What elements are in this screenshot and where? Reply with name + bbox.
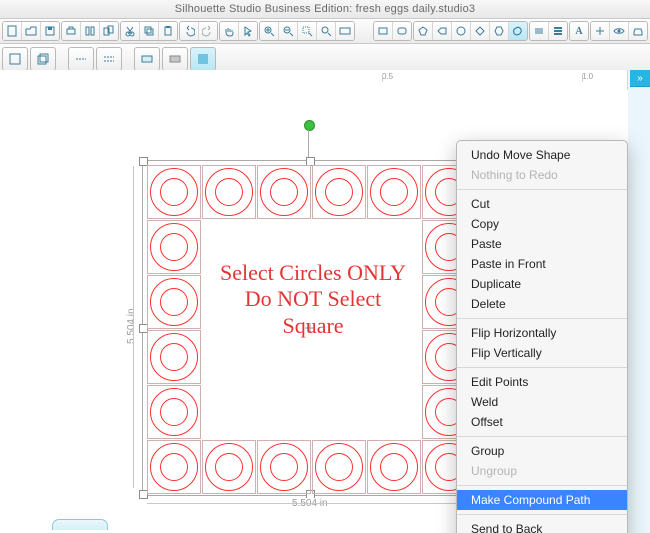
print-icon[interactable] xyxy=(62,22,81,40)
shape-circle[interactable] xyxy=(367,440,421,494)
menu-undo[interactable]: Undo Move Shape xyxy=(457,145,627,165)
arrow-icon[interactable] xyxy=(239,22,257,40)
multi-page-icon[interactable] xyxy=(100,22,118,40)
menu-group[interactable]: Group xyxy=(457,441,627,461)
rotate-handle[interactable] xyxy=(304,120,315,131)
menu-ungroup: Ungroup xyxy=(457,461,627,481)
copy-icon[interactable] xyxy=(140,22,159,40)
context-menu: Undo Move Shape Nothing to Redo Cut Copy… xyxy=(456,140,628,533)
zoom-sel-icon[interactable] xyxy=(298,22,317,40)
perf-icon[interactable] xyxy=(134,47,160,71)
toolbar-main: A xyxy=(0,19,650,44)
snap-icon[interactable] xyxy=(591,22,610,40)
shape-circle[interactable] xyxy=(202,165,256,219)
zoom-fit-icon[interactable] xyxy=(336,22,354,40)
menu-flip-v[interactable]: Flip Vertically xyxy=(457,343,627,363)
shade-icon[interactable] xyxy=(190,47,216,71)
rect-icon[interactable] xyxy=(374,22,393,40)
menu-weld[interactable]: Weld xyxy=(457,392,627,412)
menu-copy[interactable]: Copy xyxy=(457,214,627,234)
menu-cut[interactable]: Cut xyxy=(457,194,627,214)
diamond-icon[interactable] xyxy=(471,22,490,40)
shape-circle[interactable] xyxy=(367,165,421,219)
eye-icon[interactable] xyxy=(610,22,629,40)
menu-offset[interactable]: Offset xyxy=(457,412,627,432)
undo-icon[interactable] xyxy=(180,22,199,40)
dim-width-line xyxy=(147,503,467,505)
shape-circle[interactable] xyxy=(257,440,311,494)
file-new-icon[interactable] xyxy=(3,22,22,40)
round-rect-icon[interactable] xyxy=(393,22,411,40)
menu-flip-h[interactable]: Flip Horizontally xyxy=(457,323,627,343)
ruler-horizontal: 0.5 1.0 xyxy=(22,70,628,91)
shape-circle[interactable] xyxy=(147,385,201,439)
shape-circle[interactable] xyxy=(257,165,311,219)
cut-icon[interactable] xyxy=(121,22,140,40)
hand-icon[interactable] xyxy=(220,22,239,40)
menu-compound[interactable]: Make Compound Path xyxy=(457,490,627,510)
lines-icon[interactable] xyxy=(530,22,549,40)
menu-duplicate[interactable]: Duplicate xyxy=(457,274,627,294)
shape-circle[interactable] xyxy=(147,440,201,494)
shape-circle[interactable] xyxy=(202,440,256,494)
shape-circle[interactable] xyxy=(312,440,366,494)
shape-circle[interactable] xyxy=(147,220,201,274)
expand-panel-icon[interactable]: » xyxy=(630,70,650,87)
cutline2-icon[interactable] xyxy=(96,47,122,71)
shape-circle[interactable] xyxy=(147,330,201,384)
perf2-icon[interactable] xyxy=(162,47,188,71)
menu-paste-front[interactable]: Paste in Front xyxy=(457,254,627,274)
menu-edit-points[interactable]: Edit Points xyxy=(457,372,627,392)
window-title: Silhouette Studio Business Edition: fres… xyxy=(0,0,650,19)
ellipse-icon[interactable] xyxy=(452,22,471,40)
dim-height: 5.504 in xyxy=(126,304,137,348)
bars-icon[interactable] xyxy=(549,22,567,40)
menu-delete[interactable]: Delete xyxy=(457,294,627,314)
annotation-text: Select Circles ONLY Do NOT Select Square xyxy=(208,260,418,339)
redo-icon[interactable] xyxy=(199,22,217,40)
library-icon[interactable] xyxy=(81,22,100,40)
panel-strip: » xyxy=(627,70,650,533)
text-icon[interactable]: A xyxy=(570,22,588,40)
ruler-vertical xyxy=(0,90,23,533)
zoom-out-icon[interactable] xyxy=(279,22,298,40)
cutline-icon[interactable] xyxy=(68,47,94,71)
menu-paste[interactable]: Paste xyxy=(457,234,627,254)
page-tab[interactable] xyxy=(52,519,108,530)
file-save-icon[interactable] xyxy=(41,22,59,40)
menu-redo: Nothing to Redo xyxy=(457,165,627,185)
menu-send-back[interactable]: Send to Back xyxy=(457,519,627,533)
store-icon[interactable] xyxy=(629,22,647,40)
file-open-icon[interactable] xyxy=(22,22,41,40)
dim-height-line xyxy=(133,166,135,488)
arrow-left-icon[interactable] xyxy=(433,22,452,40)
paste-icon[interactable] xyxy=(159,22,177,40)
pentagon-icon[interactable] xyxy=(414,22,433,40)
hexagon-icon[interactable] xyxy=(490,22,509,40)
shape-circle[interactable] xyxy=(312,165,366,219)
zoom-in-icon[interactable] xyxy=(260,22,279,40)
blob-icon[interactable] xyxy=(509,22,527,40)
mat-icon[interactable] xyxy=(2,47,28,71)
shape-circle[interactable] xyxy=(147,275,201,329)
stack-icon[interactable] xyxy=(30,47,56,71)
rotate-stem xyxy=(308,130,309,160)
zoom-drag-icon[interactable] xyxy=(317,22,336,40)
shape-circle[interactable] xyxy=(147,165,201,219)
